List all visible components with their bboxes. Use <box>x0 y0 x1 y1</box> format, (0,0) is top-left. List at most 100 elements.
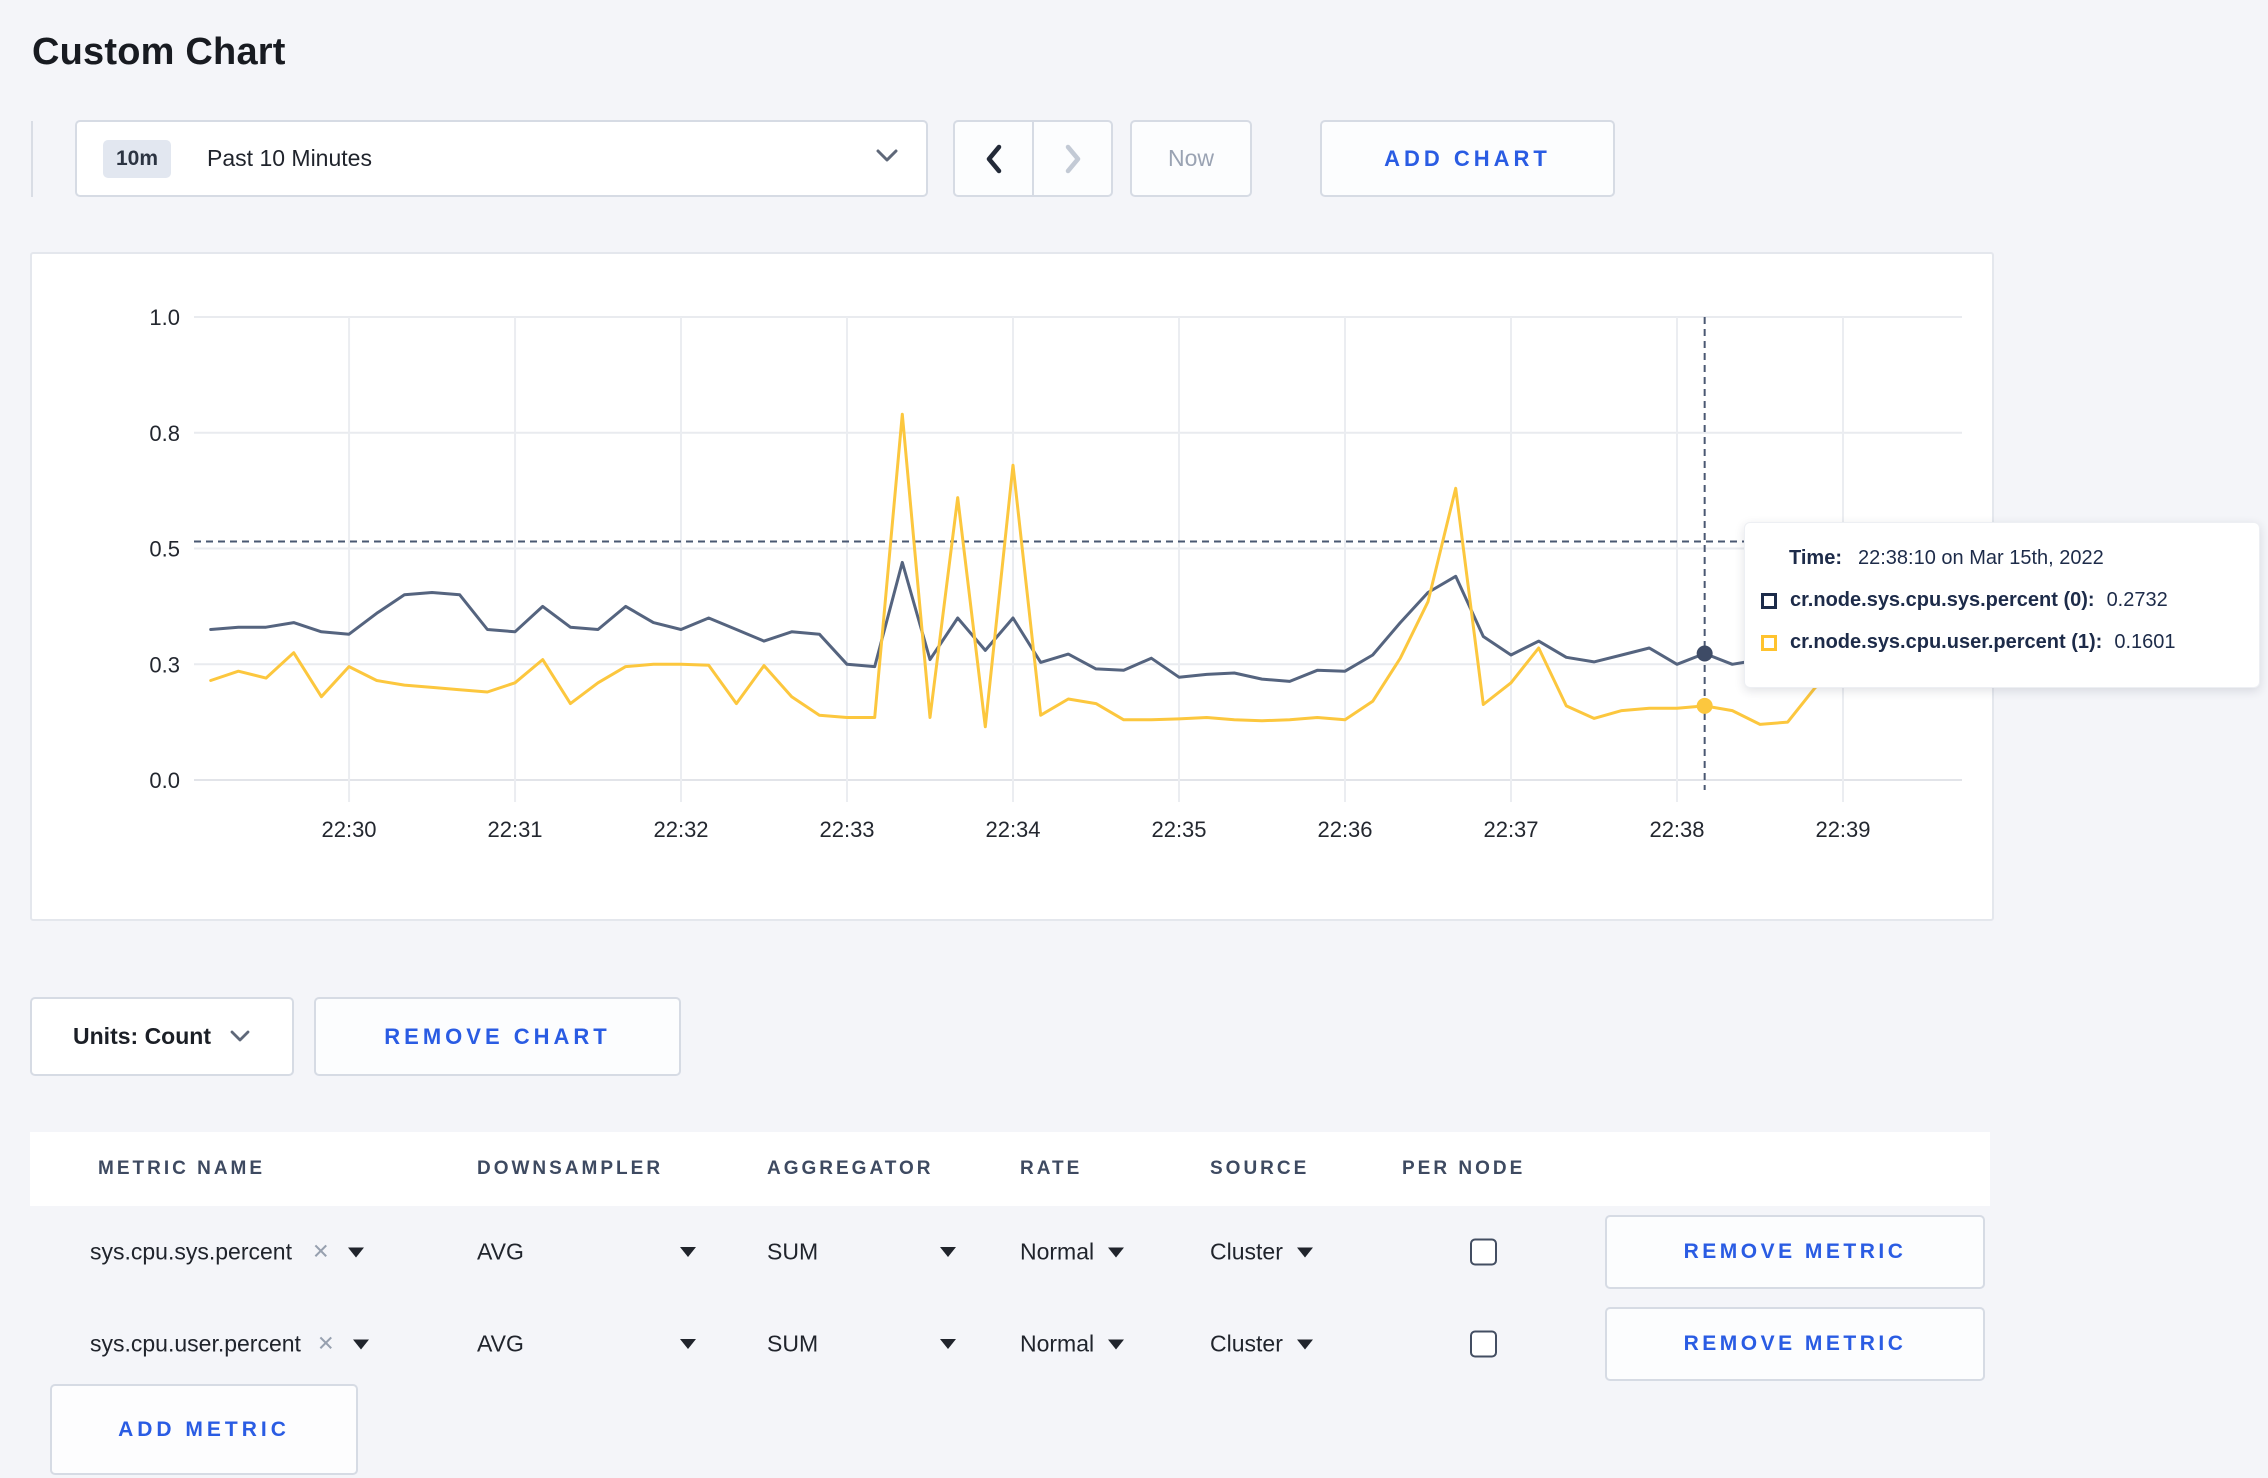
clear-metric-icon[interactable]: ✕ <box>312 1240 330 1265</box>
x-axis-tick-label: 22:32 <box>653 817 708 842</box>
remove-metric-button[interactable]: REMOVE METRIC <box>1605 1307 1985 1381</box>
chevron-left-icon <box>986 144 1001 173</box>
per-node-checkbox[interactable] <box>1470 1238 1497 1266</box>
per-node-cell <box>1470 1330 1497 1358</box>
rate-value: Normal <box>1020 1238 1095 1265</box>
tooltip-time-row: Time: 22:38:10 on Mar 15th, 2022 <box>1789 547 2239 570</box>
aggregator-value: SUM <box>767 1238 819 1265</box>
aggregator-select[interactable]: SUM <box>767 1331 818 1358</box>
tooltip-series-row: cr.node.sys.cpu.sys.percent (0): 0.2732 <box>1761 589 2239 612</box>
y-axis-tick-label: 0.0 <box>149 768 180 793</box>
x-axis-tick-label: 22:39 <box>1815 817 1870 842</box>
source-select[interactable]: Cluster <box>1210 1239 1313 1266</box>
tooltip-series-value: 0.2732 <box>2106 589 2168 611</box>
x-axis-tick-label: 22:35 <box>1151 817 1206 842</box>
y-axis-tick-label: 0.8 <box>149 421 180 446</box>
remove-chart-label: REMOVE CHART <box>384 1023 611 1049</box>
metric-name-value: sys.cpu.user.percent <box>90 1330 301 1357</box>
col-header-aggregator: AGGREGATOR <box>767 1158 934 1179</box>
dropdown-caret-icon <box>1108 1247 1125 1257</box>
per-node-checkbox[interactable] <box>1470 1330 1497 1358</box>
downsampler-select[interactable]: AVG <box>477 1239 524 1266</box>
y-axis-tick-label: 0.3 <box>149 652 180 677</box>
series-line-user <box>209 412 1928 729</box>
metric-name-select[interactable]: sys.cpu.user.percent ✕ <box>90 1331 369 1358</box>
now-button[interactable]: Now <box>1130 120 1252 197</box>
clear-metric-icon[interactable]: ✕ <box>317 1332 335 1357</box>
now-button-label: Now <box>1167 145 1214 171</box>
remove-metric-label: REMOVE METRIC <box>1683 1332 1907 1355</box>
time-range-selector[interactable]: 10m Past 10 Minutes <box>75 120 928 197</box>
x-axis-tick-label: 22:37 <box>1483 817 1538 842</box>
page-title: Custom Chart <box>32 31 286 74</box>
tooltip-series-name: cr.node.sys.cpu.user.percent (1): <box>1790 631 2103 653</box>
table-row: sys.cpu.sys.percent ✕ AVG SUM Normal Clu… <box>30 1206 1990 1298</box>
rate-select[interactable]: Normal <box>1020 1238 1125 1266</box>
dropdown-caret-icon <box>1296 1339 1313 1349</box>
dropdown-caret-icon <box>1296 1247 1313 1257</box>
dropdown-caret-icon <box>347 1247 364 1257</box>
add-metric-button[interactable]: ADD METRIC <box>50 1384 358 1475</box>
per-node-cell <box>1470 1238 1497 1266</box>
downsampler-select[interactable]: AVG <box>477 1331 524 1358</box>
x-axis-tick-label: 22:31 <box>487 817 542 842</box>
x-axis-tick-label: 22:30 <box>321 817 376 842</box>
dropdown-caret-icon[interactable] <box>940 1247 956 1257</box>
rate-select[interactable]: Normal <box>1020 1331 1125 1358</box>
tooltip-time-value: 22:38:10 on Mar 15th, 2022 <box>1857 547 2104 569</box>
chart-tooltip: Time: 22:38:10 on Mar 15th, 2022 cr.node… <box>1744 522 2260 688</box>
toolbar-left-divider <box>31 121 33 197</box>
source-value: Cluster <box>1210 1238 1283 1265</box>
downsampler-value: AVG <box>477 1330 524 1357</box>
tooltip-series-value: 0.1601 <box>2114 631 2176 653</box>
crosshair-dot-sys <box>1696 645 1713 662</box>
sys-series-swatch-icon <box>1761 592 1777 609</box>
chart-card: 0.0 0.3 0.5 0.8 1.0 22:30 22:31 22:32 22:33 22:34… <box>30 252 2260 921</box>
crosshair-dot-user <box>1696 697 1713 714</box>
chevron-down-icon <box>874 147 900 170</box>
remove-chart-button[interactable]: REMOVE CHART <box>314 997 681 1076</box>
add-metric-label: ADD METRIC <box>118 1417 290 1441</box>
metrics-table-header: METRIC NAME DOWNSAMPLER AGGREGATOR RATE … <box>30 1132 1990 1206</box>
prev-time-button[interactable] <box>955 122 1032 195</box>
metric-name-value: sys.cpu.sys.percent <box>90 1238 292 1265</box>
tooltip-series-row: cr.node.sys.cpu.user.percent (1): 0.1601 <box>1761 631 2239 654</box>
y-axis-tick-label: 0.5 <box>149 537 180 562</box>
source-select[interactable]: Cluster <box>1210 1331 1313 1358</box>
add-chart-label: ADD CHART <box>1384 145 1551 171</box>
next-time-button[interactable] <box>1032 122 1111 195</box>
x-axis-tick-label: 22:38 <box>1649 817 1704 842</box>
metric-name-select[interactable]: sys.cpu.sys.percent ✕ <box>90 1239 364 1266</box>
downsampler-value: AVG <box>477 1238 524 1265</box>
time-range-label: Past 10 Minutes <box>207 145 372 171</box>
y-axis-tick-label: 1.0 <box>149 305 180 330</box>
dropdown-caret-icon[interactable] <box>940 1339 956 1349</box>
units-dropdown[interactable]: Units: Count <box>30 997 294 1076</box>
col-header-rate: RATE <box>1020 1158 1083 1179</box>
aggregator-select[interactable]: SUM <box>767 1239 818 1266</box>
dropdown-caret-icon[interactable] <box>680 1339 696 1349</box>
tooltip-series-name: cr.node.sys.cpu.sys.percent (0): <box>1790 589 2095 611</box>
source-value: Cluster <box>1210 1330 1283 1357</box>
user-series-swatch-icon <box>1761 634 1777 651</box>
x-axis-tick-label: 22:33 <box>819 817 874 842</box>
table-row: sys.cpu.user.percent ✕ AVG SUM Normal Cl… <box>30 1298 1990 1390</box>
chevron-right-icon <box>1065 144 1080 173</box>
dropdown-caret-icon <box>1108 1339 1125 1349</box>
remove-metric-label: REMOVE METRIC <box>1683 1240 1907 1263</box>
dropdown-caret-icon <box>352 1339 369 1349</box>
col-header-metric-name: METRIC NAME <box>98 1158 266 1179</box>
chart-plot-area[interactable]: 0.0 0.3 0.5 0.8 1.0 22:30 22:31 22:32 22:33 22:34… <box>32 254 1992 919</box>
x-axis-tick-label: 22:34 <box>985 817 1040 842</box>
remove-metric-button[interactable]: REMOVE METRIC <box>1605 1215 1985 1289</box>
col-header-per-node: PER NODE <box>1402 1158 1526 1179</box>
time-range-badge: 10m <box>103 139 172 178</box>
add-chart-button[interactable]: ADD CHART <box>1320 120 1615 197</box>
units-label: Units: Count <box>73 1023 211 1049</box>
col-header-source: SOURCE <box>1210 1158 1310 1179</box>
dropdown-caret-icon[interactable] <box>680 1247 696 1257</box>
x-axis-tick-label: 22:36 <box>1317 817 1372 842</box>
col-header-downsampler: DOWNSAMPLER <box>477 1158 664 1179</box>
chevron-down-icon <box>230 1030 250 1042</box>
time-nav-group <box>953 120 1113 197</box>
